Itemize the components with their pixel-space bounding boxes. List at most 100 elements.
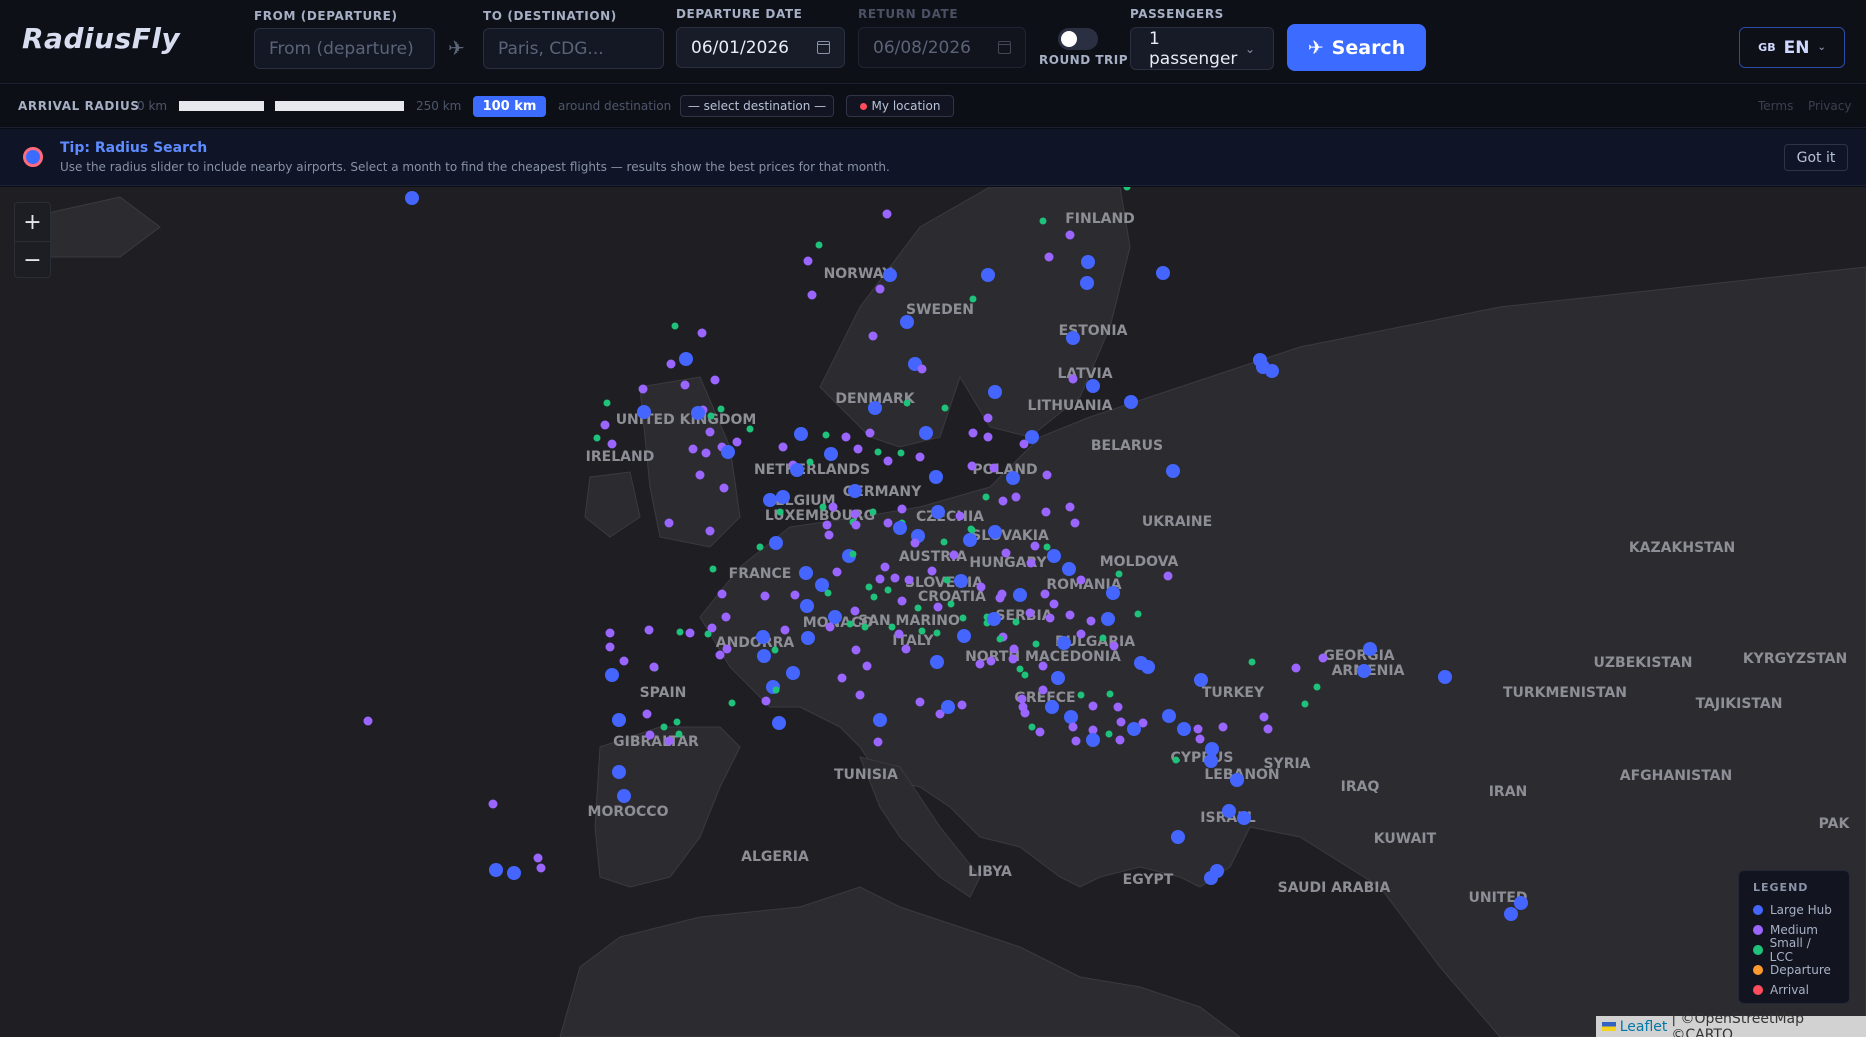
airport-marker-large[interactable]: [790, 463, 804, 477]
airport-marker-small[interactable]: [1043, 543, 1051, 551]
tip-dismiss-button[interactable]: Got it: [1784, 144, 1848, 171]
airport-marker-medium[interactable]: [536, 863, 546, 873]
airport-marker-medium[interactable]: [605, 642, 615, 652]
airport-marker-medium[interactable]: [803, 256, 813, 266]
airport-marker-medium[interactable]: [967, 461, 977, 471]
airport-marker-medium[interactable]: [1070, 518, 1080, 528]
airport-marker-large[interactable]: [800, 599, 814, 613]
airport-marker-large[interactable]: [801, 631, 815, 645]
airport-marker-small[interactable]: [969, 295, 977, 303]
airport-marker-medium[interactable]: [1086, 616, 1096, 626]
airport-marker-large[interactable]: [1177, 722, 1191, 736]
airport-marker-small[interactable]: [1105, 730, 1113, 738]
airport-marker-medium[interactable]: [705, 427, 715, 437]
airport-marker-large[interactable]: [963, 533, 977, 547]
airport-marker-large[interactable]: [1204, 754, 1218, 768]
airport-marker-medium[interactable]: [638, 384, 648, 394]
airport-marker-medium[interactable]: [832, 567, 842, 577]
airport-marker-medium[interactable]: [850, 509, 860, 519]
airport-marker-medium[interactable]: [1008, 654, 1018, 664]
return-date-input[interactable]: 06/08/2026: [858, 27, 1026, 68]
airport-marker-medium[interactable]: [1025, 608, 1035, 618]
airport-marker-large[interactable]: [873, 713, 887, 727]
airport-marker-medium[interactable]: [915, 697, 925, 707]
airport-marker-small[interactable]: [772, 686, 780, 694]
airport-marker-small[interactable]: [728, 699, 736, 707]
airport-marker-large[interactable]: [824, 447, 838, 461]
airport-marker-large[interactable]: [1127, 722, 1141, 736]
radius-slider-track[interactable]: [179, 101, 264, 111]
airport-marker-large[interactable]: [1047, 549, 1061, 563]
airport-marker-medium[interactable]: [822, 520, 832, 530]
airport-marker-medium[interactable]: [927, 566, 937, 576]
airport-marker-small[interactable]: [660, 723, 668, 731]
airport-marker-medium[interactable]: [998, 496, 1008, 506]
airport-marker-medium[interactable]: [1017, 694, 1027, 704]
airport-marker-medium[interactable]: [1065, 230, 1075, 240]
airport-marker-medium[interactable]: [707, 623, 717, 633]
airport-marker-large[interactable]: [1205, 742, 1219, 756]
airport-marker-large[interactable]: [1057, 636, 1071, 650]
airport-marker-medium[interactable]: [855, 690, 865, 700]
airport-marker-small[interactable]: [874, 448, 882, 456]
airport-marker-large[interactable]: [1363, 642, 1377, 656]
airport-marker-large[interactable]: [1006, 471, 1020, 485]
airport-marker-large[interactable]: [757, 649, 771, 663]
airport-marker-small[interactable]: [1099, 634, 1107, 642]
airport-marker-small[interactable]: [943, 576, 951, 584]
airport-marker-large[interactable]: [612, 713, 626, 727]
airport-marker-medium[interactable]: [780, 625, 790, 635]
airport-marker-medium[interactable]: [619, 656, 629, 666]
airport-marker-medium[interactable]: [664, 736, 674, 746]
airport-marker-medium[interactable]: [680, 380, 690, 390]
airport-marker-small[interactable]: [849, 550, 857, 558]
airport-marker-medium[interactable]: [1019, 439, 1029, 449]
airport-marker-medium[interactable]: [1065, 610, 1075, 620]
airport-marker-small[interactable]: [888, 623, 896, 631]
airport-marker-large[interactable]: [1066, 331, 1080, 345]
airport-marker-medium[interactable]: [688, 444, 698, 454]
airport-marker-small[interactable]: [671, 322, 679, 330]
airport-marker-large[interactable]: [868, 401, 882, 415]
airport-marker-medium[interactable]: [1040, 589, 1050, 599]
airport-marker-medium[interactable]: [882, 209, 892, 219]
airport-marker-medium[interactable]: [645, 730, 655, 740]
airport-marker-medium[interactable]: [1035, 727, 1045, 737]
passengers-select[interactable]: 1 passenger ⌄: [1130, 27, 1274, 70]
airport-marker-large[interactable]: [1081, 255, 1095, 269]
airport-marker-small[interactable]: [846, 620, 854, 628]
airport-marker-medium[interactable]: [1076, 629, 1086, 639]
airport-marker-small[interactable]: [1039, 217, 1047, 225]
airport-marker-medium[interactable]: [1065, 502, 1075, 512]
airport-marker-medium[interactable]: [957, 700, 967, 710]
airport-marker-large[interactable]: [786, 666, 800, 680]
airport-marker-small[interactable]: [1172, 756, 1180, 764]
airport-marker-small[interactable]: [746, 425, 754, 433]
airport-marker-small[interactable]: [996, 635, 1004, 643]
airport-marker-medium[interactable]: [917, 364, 927, 374]
airport-marker-medium[interactable]: [807, 290, 817, 300]
airport-marker-small[interactable]: [865, 583, 873, 591]
airport-marker-large[interactable]: [1086, 379, 1100, 393]
airport-marker-medium[interactable]: [1113, 702, 1123, 712]
airport-marker-medium[interactable]: [1259, 712, 1269, 722]
airport-marker-large[interactable]: [1230, 773, 1244, 787]
airport-marker-small[interactable]: [771, 646, 779, 654]
airport-marker-small[interactable]: [1021, 671, 1029, 679]
airport-marker-medium[interactable]: [883, 518, 893, 528]
airport-marker-medium[interactable]: [875, 284, 885, 294]
airport-marker-large[interactable]: [1064, 710, 1078, 724]
airport-marker-medium[interactable]: [760, 591, 770, 601]
map-canvas[interactable]: FINLANDNORWAYSWEDENESTONIALATVIALITHUANI…: [0, 187, 1866, 1037]
airport-marker-small[interactable]: [1028, 723, 1036, 731]
airport-marker-medium[interactable]: [644, 625, 654, 635]
airport-marker-large[interactable]: [405, 191, 419, 205]
airport-marker-medium[interactable]: [904, 575, 914, 585]
airport-marker-medium[interactable]: [1116, 717, 1126, 727]
airport-marker-large[interactable]: [1204, 871, 1218, 885]
airport-marker-small[interactable]: [982, 493, 990, 501]
airport-marker-medium[interactable]: [488, 799, 498, 809]
airport-marker-small[interactable]: [940, 538, 948, 546]
airport-marker-large[interactable]: [987, 612, 1001, 626]
zoom-in-button[interactable]: +: [15, 203, 50, 241]
